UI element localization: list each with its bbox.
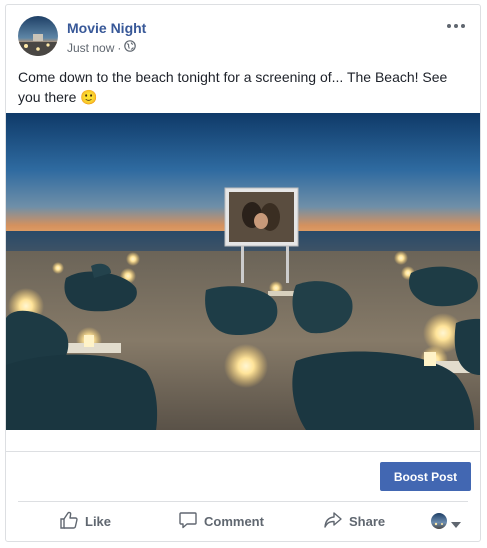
post-caption: Come down to the beach tonight for a scr…: [18, 67, 468, 107]
globe-icon[interactable]: [124, 40, 137, 55]
comment-label: Comment: [204, 513, 264, 529]
share-arrow-icon: [323, 510, 343, 533]
more-options-icon[interactable]: [444, 19, 468, 31]
thumbs-up-icon: [59, 510, 79, 533]
post-card: Movie Night Just now · Come down to the …: [5, 4, 481, 542]
page-name-link[interactable]: Movie Night: [67, 20, 146, 36]
like-button[interactable]: Like: [59, 502, 111, 540]
share-label: Share: [349, 513, 386, 529]
post-meta: Just now ·: [67, 40, 137, 55]
action-bar: Like Comment Share: [6, 502, 480, 540]
comment-button[interactable]: Comment: [178, 502, 264, 540]
caret-down-icon: [451, 515, 461, 533]
post-as-selector[interactable]: [431, 513, 461, 534]
page-avatar-small: [431, 513, 447, 534]
post-photo[interactable]: [6, 113, 480, 430]
photo-bottom-divider: [6, 451, 480, 452]
like-label: Like: [85, 513, 112, 529]
post-header: Movie Night Just now ·: [18, 16, 468, 60]
smiley-emoji: 🙂: [80, 89, 98, 105]
comment-icon: [178, 510, 198, 533]
page-avatar[interactable]: [18, 16, 58, 56]
share-button[interactable]: Share: [323, 502, 385, 540]
meta-separator: ·: [117, 40, 122, 55]
boost-post-button[interactable]: Boost Post: [380, 462, 471, 491]
timestamp-link[interactable]: Just now: [67, 41, 114, 55]
